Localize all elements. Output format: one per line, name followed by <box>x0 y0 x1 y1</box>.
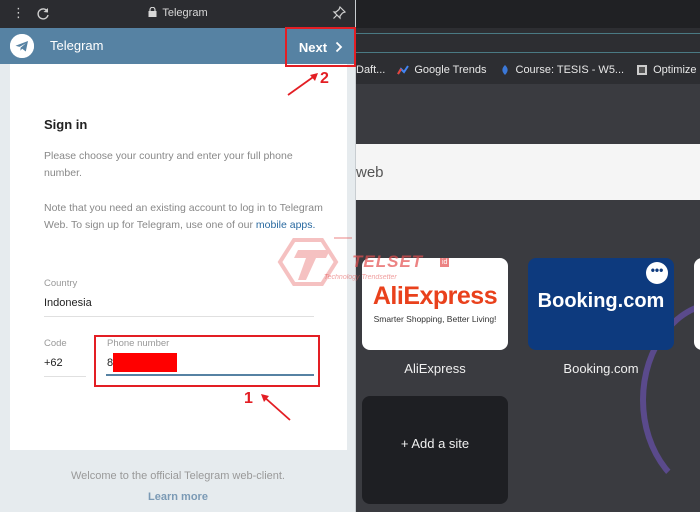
background-search-text: web <box>356 164 384 181</box>
speed-dial-tile-booking[interactable]: Booking.com ••• <box>528 258 674 350</box>
annotation-box-next <box>285 27 356 67</box>
speed-dial-tile-partial[interactable] <box>694 258 700 350</box>
code-underline <box>44 376 86 377</box>
lock-icon <box>148 7 157 17</box>
bookmark-label: Course: TESIS - W5... <box>515 64 625 76</box>
popup-url-text: Telegram <box>162 7 208 19</box>
annotation-number-2: 2 <box>320 70 329 87</box>
annotation-arrow-icon <box>287 73 318 96</box>
more-options-icon[interactable]: ••• <box>646 262 668 284</box>
account-note: Note that you need an existing account t… <box>44 200 324 234</box>
bookmark-item[interactable]: Daft... <box>356 64 385 76</box>
tile-label-aliexpress: AliExpress <box>404 361 466 376</box>
country-label: Country <box>44 278 78 289</box>
tile-label-booking: Booking.com <box>563 361 639 376</box>
watermark-brand: TELSET <box>352 252 424 271</box>
annotation-arrow-icon <box>261 394 291 421</box>
add-site-tile[interactable]: + Add a site <box>362 396 508 504</box>
welcome-text: Welcome to the official Telegram web-cli… <box>71 470 285 482</box>
bookmark-item[interactable]: Google Trends <box>397 64 487 76</box>
bookmark-item[interactable]: Course: TESIS - W5... <box>499 64 625 76</box>
code-label: Code <box>44 338 67 349</box>
popup-title-bar: ⋮ Telegram <box>0 0 355 28</box>
background-search-box[interactable]: web <box>356 144 700 200</box>
annotation-box-phone <box>94 335 320 387</box>
course-icon <box>501 65 508 75</box>
add-site-label: + Add a site <box>400 436 470 451</box>
mobile-apps-link[interactable]: mobile apps. <box>256 219 316 231</box>
learn-more-link[interactable]: Learn more <box>0 491 355 503</box>
annotation-number-1: 1 <box>244 390 253 407</box>
booking-logo: Booking.com <box>537 290 665 312</box>
optimize-icon <box>637 65 648 75</box>
trends-icon <box>397 65 410 75</box>
country-code-input[interactable]: +62 <box>44 357 63 369</box>
telegram-logo-icon <box>10 34 34 58</box>
bookmark-item[interactable]: Optimize animat <box>636 64 700 76</box>
country-select[interactable]: Indonesia <box>44 297 92 309</box>
bookmark-label: Daft... <box>356 64 386 76</box>
bookmark-label: Google Trends <box>414 64 487 76</box>
sign-in-heading: Sign in <box>44 117 88 132</box>
sign-in-instructions: Please choose your country and enter you… <box>44 150 293 179</box>
background-address-field[interactable] <box>356 33 700 53</box>
watermark-badge: id <box>440 258 450 267</box>
pin-icon[interactable] <box>332 6 346 20</box>
bookmarks-bar: Daft... Google Trends Course: TESIS - W5… <box>356 56 700 84</box>
country-underline <box>44 316 314 317</box>
telegram-app-title: Telegram <box>50 38 104 53</box>
watermark-tagline: Technology Trendsetter <box>324 274 397 281</box>
popup-url: Telegram <box>0 7 355 19</box>
aliexpress-tagline: Smarter Shopping, Better Living! <box>373 314 497 324</box>
bookmark-label: Optimize animat <box>653 64 700 76</box>
